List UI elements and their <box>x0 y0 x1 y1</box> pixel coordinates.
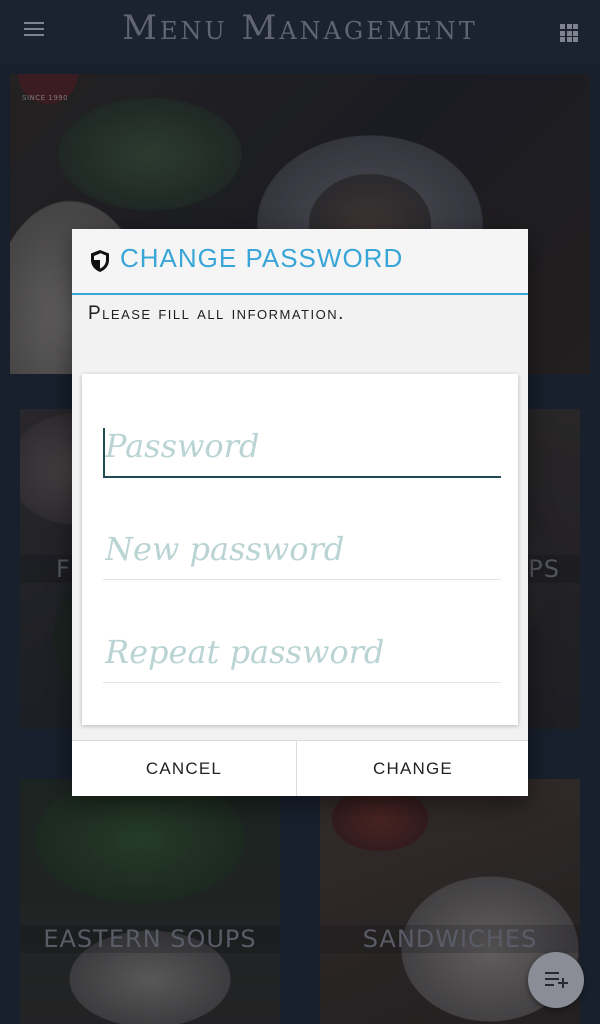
password-form <box>82 374 518 725</box>
dialog-actions: CANCEL CHANGE <box>72 740 528 796</box>
dialog-subtitle: Please fill all information. <box>88 303 345 324</box>
cancel-button[interactable]: CANCEL <box>72 741 297 796</box>
repeat-password-field[interactable] <box>103 622 501 684</box>
shield-icon <box>90 249 110 273</box>
dialog-header: CHANGE PASSWORD <box>72 229 528 295</box>
dialog-title: CHANGE PASSWORD <box>120 243 404 273</box>
password-input[interactable] <box>103 416 501 478</box>
new-password-input[interactable] <box>103 519 501 580</box>
new-password-field[interactable] <box>103 519 501 581</box>
password-field[interactable] <box>103 416 501 478</box>
text-cursor <box>103 428 105 478</box>
change-password-dialog: CHANGE PASSWORD Please fill all informat… <box>72 229 528 796</box>
repeat-password-input[interactable] <box>103 622 501 683</box>
change-button[interactable]: CHANGE <box>298 741 528 796</box>
